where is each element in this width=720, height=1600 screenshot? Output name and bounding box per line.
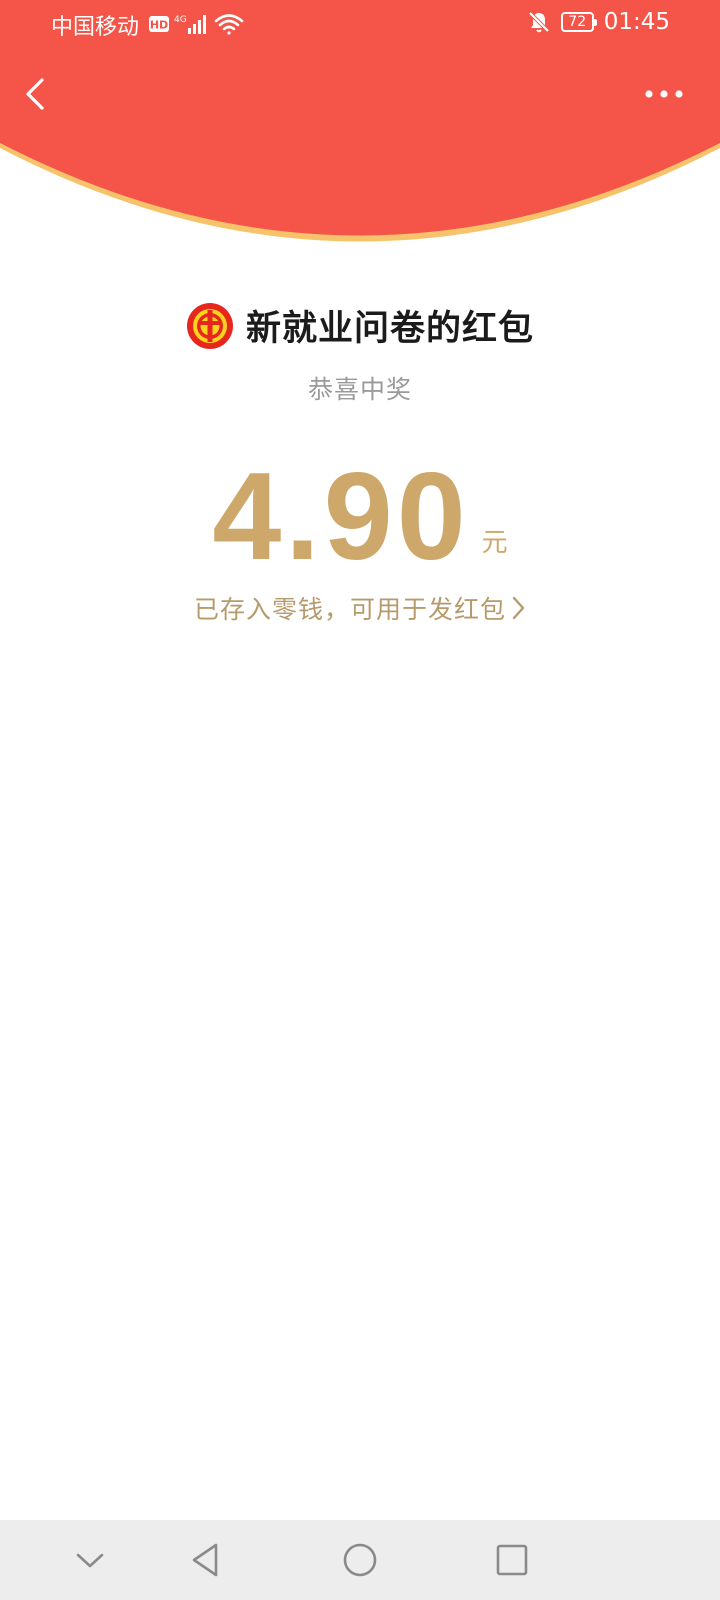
currency-unit: 元 (481, 528, 508, 558)
more-dots-icon (645, 90, 683, 98)
amount-value: 4.90 (212, 448, 470, 586)
back-button[interactable] (20, 72, 54, 116)
wifi-icon (214, 14, 244, 35)
recents-square-icon[interactable] (492, 1540, 532, 1580)
wallet-link-text[interactable]: 已存入零钱，可用于发红包 (194, 590, 506, 626)
battery-level: 72 (568, 14, 587, 30)
chevron-right-icon (512, 596, 525, 620)
status-right: 72 01:45 (527, 9, 670, 35)
sender-row: 新就业问卷的红包 (0, 300, 720, 351)
svg-text:HD: HD (150, 19, 168, 32)
collapse-icon[interactable] (70, 1540, 110, 1580)
clock: 01:45 (603, 9, 670, 35)
hd-icon: HD (149, 16, 169, 32)
status-bar: 中国移动 HD 4G 72 01:45 (0, 0, 720, 48)
back-triangle-icon[interactable] (186, 1540, 226, 1580)
carrier-name: 中国移动 (51, 15, 140, 40)
chevron-left-icon (26, 78, 44, 110)
union-emblem-icon (186, 302, 233, 349)
signal-icon: 4G (174, 15, 206, 34)
battery-icon: 72 (560, 12, 597, 32)
system-nav-bar (0, 1520, 720, 1600)
signal-icons: HD 4G (149, 14, 244, 35)
mute-bell-icon (528, 11, 550, 33)
packet-title: 新就业问卷的红包 (245, 309, 534, 349)
home-circle-icon[interactable] (340, 1540, 380, 1580)
more-button[interactable] (644, 82, 684, 106)
wallet-link[interactable]: 已存入零钱，可用于发红包 (0, 590, 720, 626)
packet-subtitle: 恭喜中奖 (307, 375, 412, 404)
svg-text:4G: 4G (174, 15, 187, 25)
amount-row: 4.90 元 (0, 452, 720, 582)
